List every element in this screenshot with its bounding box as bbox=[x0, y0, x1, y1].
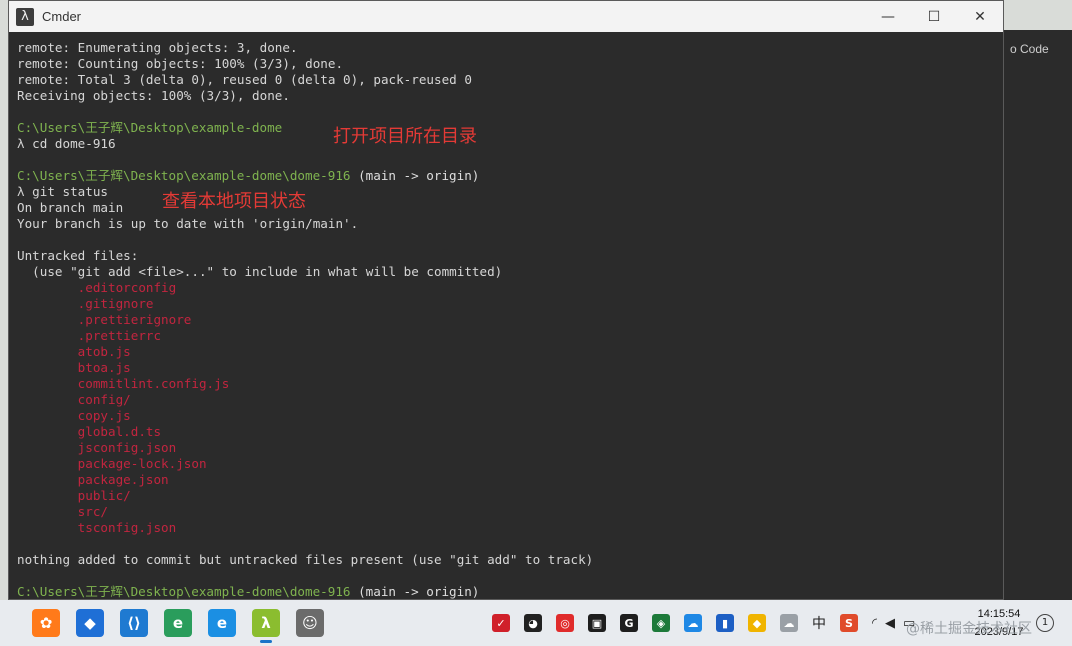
prompt-branch: (main -> origin) bbox=[350, 168, 480, 183]
edge-icon[interactable]: e bbox=[164, 609, 192, 637]
output-line: (use "git add <file>..." to include in w… bbox=[17, 264, 503, 279]
untracked-file: package-lock.json bbox=[17, 456, 207, 471]
prompt-lambda: λ bbox=[17, 184, 25, 199]
prompt-path-line: C:\Users\王子辉\Desktop\example-dome bbox=[17, 120, 593, 136]
defender-icon[interactable]: ◈ bbox=[652, 614, 670, 632]
untracked-file: global.d.ts bbox=[17, 424, 162, 439]
prompt-path: C:\Users\王子辉\Desktop\example-dome bbox=[17, 120, 283, 135]
untracked-file: jsconfig.json bbox=[17, 440, 177, 455]
untracked-file: .prettierrc bbox=[17, 328, 162, 343]
command-text: git status bbox=[24, 184, 108, 199]
watermark: @稀土掘金技术社区 bbox=[906, 621, 1032, 637]
avatar-app-icon[interactable]: ☺ bbox=[296, 609, 324, 637]
security-shield-icon[interactable]: ▮ bbox=[716, 614, 734, 632]
taskbar-app-icon[interactable]: ◆ bbox=[76, 609, 104, 637]
close-button[interactable]: ✕ bbox=[957, 1, 1003, 32]
ime-indicator[interactable]: 中 bbox=[812, 613, 826, 633]
output-line: Your branch is up to date with 'origin/m… bbox=[17, 216, 359, 231]
prompt-path-line: C:\Users\王子辉\Desktop\example-dome\dome-9… bbox=[17, 584, 593, 599]
prompt-path: C:\Users\王子辉\Desktop\example-dome\dome-9… bbox=[17, 168, 351, 183]
close-icon: ✕ bbox=[974, 8, 986, 25]
maximize-icon: ☐ bbox=[927, 8, 941, 25]
prompt-path: C:\Users\王子辉\Desktop\example-dome\dome-9… bbox=[17, 584, 351, 599]
output-line: Receiving objects: 100% (3/3), done. bbox=[17, 88, 290, 103]
wifi-assistant-icon[interactable]: ✿ bbox=[32, 609, 60, 637]
system-tray: ✓ ◕ ◎ ▣ G ◈ ☁ ▮ ◆ ☁ 中 S ◜ ◀ ▭ bbox=[492, 600, 923, 646]
output-line: remote: Total 3 (delta 0), reused 0 (del… bbox=[17, 72, 472, 87]
lambda-icon: λ bbox=[16, 7, 34, 26]
sogou-icon[interactable]: S bbox=[840, 614, 858, 632]
untracked-file: .editorconfig bbox=[17, 280, 177, 295]
command-line: λ cd dome-916 bbox=[17, 136, 593, 152]
output-line: Untracked files: bbox=[17, 248, 139, 263]
onedrive-blue-icon[interactable]: ☁ bbox=[684, 614, 702, 632]
prompt-path-line: C:\Users\王子辉\Desktop\example-dome\dome-9… bbox=[17, 168, 593, 184]
antivirus-icon[interactable]: ✓ bbox=[492, 614, 510, 632]
qq-icon[interactable]: ◕ bbox=[524, 614, 542, 632]
annotation-check-status: 查看本地项目状态 bbox=[162, 191, 306, 212]
background-window-label: o Code bbox=[1010, 42, 1049, 56]
untracked-file: package.json bbox=[17, 472, 169, 487]
logitech-icon[interactable]: G bbox=[620, 614, 638, 632]
cmder-window[interactable]: λ Cmder — ☐ ✕ remote: Enumerating object… bbox=[8, 0, 1004, 600]
nvidia-icon[interactable]: ▣ bbox=[588, 614, 606, 632]
untracked-file: .gitignore bbox=[17, 296, 154, 311]
untracked-file: commitlint.config.js bbox=[17, 376, 230, 391]
annotation-open-dir: 打开项目所在目录 bbox=[333, 126, 477, 147]
output-line: remote: Counting objects: 100% (3/3), do… bbox=[17, 56, 344, 71]
untracked-file: src/ bbox=[17, 504, 108, 519]
title-bar[interactable]: λ Cmder — ☐ ✕ bbox=[9, 1, 1003, 32]
prompt-branch: (main -> origin) bbox=[350, 584, 480, 599]
maximize-button[interactable]: ☐ bbox=[911, 1, 957, 32]
onedrive-icon[interactable]: ☁ bbox=[780, 614, 798, 632]
prompt-lambda: λ bbox=[17, 136, 25, 151]
notification-icon[interactable]: 1 bbox=[1036, 614, 1054, 632]
command-text: cd dome-916 bbox=[24, 136, 116, 151]
wifi-icon[interactable]: ◜ bbox=[872, 616, 877, 631]
vscode-icon[interactable]: ⟨⟩ bbox=[120, 609, 148, 637]
terminal-lines: remote: Enumerating objects: 3, done. rem… bbox=[17, 40, 593, 599]
untracked-file: tsconfig.json bbox=[17, 520, 177, 535]
background-window bbox=[1004, 30, 1072, 600]
untracked-file: config/ bbox=[17, 392, 131, 407]
shield-yellow-icon[interactable]: ◆ bbox=[748, 614, 766, 632]
output-line: remote: Enumerating objects: 3, done. bbox=[17, 40, 298, 55]
window-controls: — ☐ ✕ bbox=[865, 1, 1003, 32]
untracked-file: .prettierignore bbox=[17, 312, 192, 327]
minimize-button[interactable]: — bbox=[865, 1, 911, 32]
untracked-file: copy.js bbox=[17, 408, 131, 423]
untracked-file: atob.js bbox=[17, 344, 131, 359]
minimize-icon: — bbox=[881, 8, 895, 25]
window-title: Cmder bbox=[42, 9, 82, 24]
output-line: nothing added to commit but untracked fi… bbox=[17, 552, 594, 567]
ie-icon[interactable]: e bbox=[208, 609, 236, 637]
cmder-icon[interactable]: λ bbox=[252, 609, 280, 643]
taskbar-apps: ✿ ◆ ⟨⟩ e e λ ☺ bbox=[32, 609, 340, 643]
volume-icon[interactable]: ◀ bbox=[885, 616, 895, 631]
terminal-output[interactable]: remote: Enumerating objects: 3, done. rem… bbox=[9, 32, 1003, 599]
netease-music-icon[interactable]: ◎ bbox=[556, 614, 574, 632]
untracked-file: btoa.js bbox=[17, 360, 131, 375]
untracked-file: public/ bbox=[17, 488, 131, 503]
